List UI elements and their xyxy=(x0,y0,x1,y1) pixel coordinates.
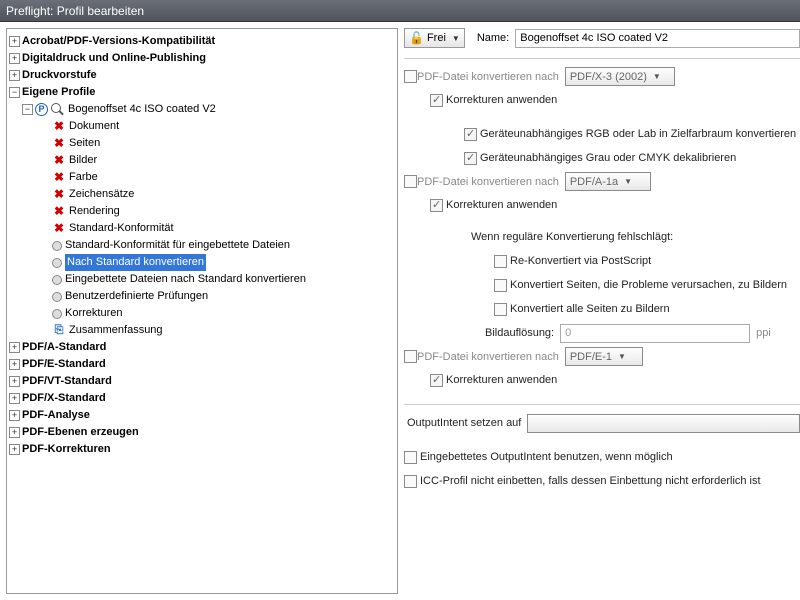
apply-fix-checkbox-2[interactable] xyxy=(430,199,443,212)
ppi-unit: ppi xyxy=(756,327,771,339)
profile-name-input[interactable] xyxy=(515,29,800,48)
dot-icon xyxy=(52,241,62,251)
expand-icon[interactable]: + xyxy=(9,410,20,421)
tree-item[interactable]: ✖Seiten xyxy=(9,135,395,152)
chevron-down-icon: ▼ xyxy=(624,177,632,186)
error-icon: ✖ xyxy=(52,222,66,236)
error-icon: ✖ xyxy=(52,205,66,219)
tree-digitaldruck[interactable]: +Digitaldruck und Online-Publishing xyxy=(9,50,395,67)
content-area: +Acrobat/PDF-Versions-Kompatibilität +Di… xyxy=(0,22,800,600)
summary-icon: ⎘ xyxy=(52,324,66,338)
expand-icon[interactable]: + xyxy=(9,376,20,387)
chevron-down-icon: ▼ xyxy=(653,72,661,81)
expand-icon[interactable]: + xyxy=(9,53,20,64)
tree-item[interactable]: Standard-Konformität für eingebettete Da… xyxy=(9,237,395,254)
tree-item[interactable]: ✖Rendering xyxy=(9,203,395,220)
pdfx-standard-select[interactable]: PDF/X-3 (2002)▼ xyxy=(565,67,675,86)
expand-icon[interactable]: + xyxy=(9,70,20,81)
expand-icon[interactable]: + xyxy=(9,342,20,353)
tree-category[interactable]: +PDF-Korrekturen xyxy=(9,441,395,458)
tree-druckvorstufe[interactable]: +Druckvorstufe xyxy=(9,67,395,84)
chevron-down-icon: ▼ xyxy=(452,34,460,43)
error-icon: ✖ xyxy=(52,171,66,185)
pdfe-standard-select[interactable]: PDF/E-1▼ xyxy=(565,347,643,366)
settings-panel: 🔓 Frei ▼ Name: PDF-Datei konvertieren na… xyxy=(398,22,800,600)
convert-pdfe-checkbox[interactable] xyxy=(404,350,417,363)
dot-icon xyxy=(52,292,62,302)
magnifier-icon xyxy=(51,103,65,117)
convert-pdfa-checkbox[interactable] xyxy=(404,175,417,188)
expand-icon[interactable]: + xyxy=(9,359,20,370)
tree-item[interactable]: ✖Dokument xyxy=(9,118,395,135)
pdfa-standard-select[interactable]: PDF/A-1a▼ xyxy=(565,172,651,191)
collapse-icon[interactable]: − xyxy=(22,104,33,115)
profile-tree[interactable]: +Acrobat/PDF-Versions-Kompatibilität +Di… xyxy=(6,28,398,594)
outputintent-label: OutputIntent setzen auf xyxy=(407,417,521,429)
tree-item[interactable]: ✖Standard-Konformität xyxy=(9,220,395,237)
dot-icon xyxy=(52,275,62,285)
convert-label: PDF-Datei konvertieren nach xyxy=(417,71,559,83)
expand-icon[interactable]: + xyxy=(9,427,20,438)
expand-icon[interactable]: + xyxy=(9,36,20,47)
tree-category[interactable]: +PDF-Ebenen erzeugen xyxy=(9,424,395,441)
error-icon: ✖ xyxy=(52,137,66,151)
dot-icon xyxy=(52,309,62,319)
tree-eigene-profile[interactable]: −Eigene Profile xyxy=(9,84,395,101)
tree-category[interactable]: +PDF/E-Standard xyxy=(9,356,395,373)
tree-item[interactable]: Korrekturen xyxy=(9,305,395,322)
collapse-icon[interactable]: − xyxy=(9,87,20,98)
unlock-icon: 🔓 xyxy=(409,31,424,45)
expand-icon[interactable]: + xyxy=(9,444,20,455)
tree-acrobat-compat[interactable]: +Acrobat/PDF-Versions-Kompatibilität xyxy=(9,33,395,50)
chevron-down-icon: ▼ xyxy=(618,352,626,361)
name-label: Name: xyxy=(477,32,509,44)
tree-profile-bogenoffset[interactable]: − P Bogenoffset 4c ISO coated V2 xyxy=(9,101,395,118)
tree-item[interactable]: ✖Zeichensätze xyxy=(9,186,395,203)
tree-item[interactable]: ✖Bilder xyxy=(9,152,395,169)
error-icon: ✖ xyxy=(52,120,66,134)
tree-category[interactable]: +PDF/VT-Standard xyxy=(9,373,395,390)
tree-summary[interactable]: ⎘ Zusammenfassung xyxy=(9,322,395,339)
expand-icon[interactable]: + xyxy=(9,393,20,404)
dev-gray-checkbox[interactable] xyxy=(464,152,477,165)
lock-dropdown[interactable]: 🔓 Frei ▼ xyxy=(404,28,465,48)
tree-item[interactable]: ✖Farbe xyxy=(9,169,395,186)
reconvert-checkbox[interactable] xyxy=(494,255,507,268)
dot-icon xyxy=(52,258,62,268)
error-icon: ✖ xyxy=(52,154,66,168)
tree-category[interactable]: +PDF-Analyse xyxy=(9,407,395,424)
error-icon: ✖ xyxy=(52,188,66,202)
resolution-label: Bildauflösung: xyxy=(485,327,554,339)
resolution-input[interactable] xyxy=(560,324,750,343)
embed-outputintent-checkbox[interactable] xyxy=(404,451,417,464)
apply-fix-checkbox-3[interactable] xyxy=(430,374,443,387)
tree-category[interactable]: +PDF/X-Standard xyxy=(9,390,395,407)
icc-noembed-checkbox[interactable] xyxy=(404,475,417,488)
tree-item[interactable]: Benutzerdefinierte Prüfungen xyxy=(9,288,395,305)
tree-item[interactable]: Eingebettete Dateien nach Standard konve… xyxy=(9,271,395,288)
window-titlebar: Preflight: Profil bearbeiten xyxy=(0,0,800,22)
tree-category[interactable]: +PDF/A-Standard xyxy=(9,339,395,356)
dev-rgb-checkbox[interactable] xyxy=(464,128,477,141)
fallback-title: Wenn reguläre Konvertierung fehlschlägt: xyxy=(471,231,673,243)
tree-item[interactable]: Nach Standard konvertieren xyxy=(9,254,395,271)
profile-icon: P xyxy=(35,103,48,116)
conv-problem-pages-checkbox[interactable] xyxy=(494,279,507,292)
apply-fix-checkbox[interactable] xyxy=(430,94,443,107)
conv-all-pages-checkbox[interactable] xyxy=(494,303,507,316)
convert-pdfx-checkbox[interactable] xyxy=(404,70,417,83)
outputintent-select[interactable] xyxy=(527,414,800,433)
